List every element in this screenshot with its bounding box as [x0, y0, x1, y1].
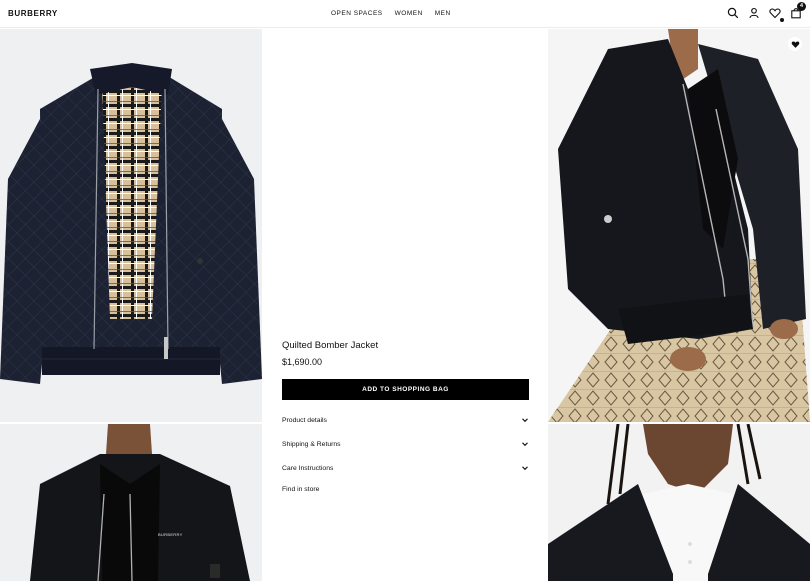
chest-logo-text: BURBERRY [158, 532, 183, 537]
nav-item-men[interactable]: MEN [435, 10, 451, 17]
find-in-store-link[interactable]: Find in store [282, 486, 529, 493]
brand-logo[interactable]: BURBERRY [8, 9, 58, 18]
heart-filled-icon [791, 41, 799, 48]
chevron-down-icon [521, 416, 529, 424]
model-collar-illustration [548, 424, 810, 581]
accordion-label: Care Instructions [282, 464, 334, 472]
nav-item-women[interactable]: WOMEN [395, 10, 423, 17]
header-icons: 4 [727, 2, 806, 22]
model-front-illustration [0, 424, 262, 581]
product-image-flat[interactable] [0, 29, 262, 422]
product-title: Quilted Bomber Jacket [282, 340, 379, 351]
accordion-shipping-returns[interactable]: Shipping & Returns [282, 432, 529, 456]
jacket-flat-illustration [0, 63, 262, 384]
search-icon[interactable] [727, 7, 739, 19]
product-image-model-collar[interactable] [548, 424, 810, 581]
product-image-model-front[interactable]: BURBERRY [0, 424, 262, 581]
favorite-toggle[interactable] [788, 37, 802, 51]
bag-count-badge: 4 [797, 2, 806, 11]
account-icon[interactable] [748, 7, 760, 19]
accordion-care-instructions[interactable]: Care Instructions [282, 456, 529, 480]
model-side-illustration [548, 29, 810, 422]
add-to-bag-button[interactable]: ADD TO SHOPPING BAG [282, 379, 529, 400]
product-price: $1,690.00 [282, 357, 323, 367]
chevron-down-icon [521, 464, 529, 472]
accordion-product-details[interactable]: Product details [282, 408, 529, 432]
nav-item-open-spaces[interactable]: OPEN SPACES [331, 10, 383, 17]
chevron-down-icon [521, 440, 529, 448]
accordion-label: Product details [282, 416, 327, 424]
site-header: BURBERRY OPEN SPACES WOMEN MEN 4 [0, 0, 810, 28]
wishlist-indicator [780, 18, 784, 22]
product-image-model-side[interactable] [548, 29, 810, 422]
main-nav: OPEN SPACES WOMEN MEN [331, 10, 451, 17]
wishlist-icon[interactable] [769, 7, 784, 22]
shopping-bag-icon[interactable]: 4 [790, 2, 806, 19]
product-info: Quilted Bomber Jacket $1,690.00 ADD TO S… [282, 340, 529, 493]
accordion-label: Shipping & Returns [282, 440, 341, 448]
